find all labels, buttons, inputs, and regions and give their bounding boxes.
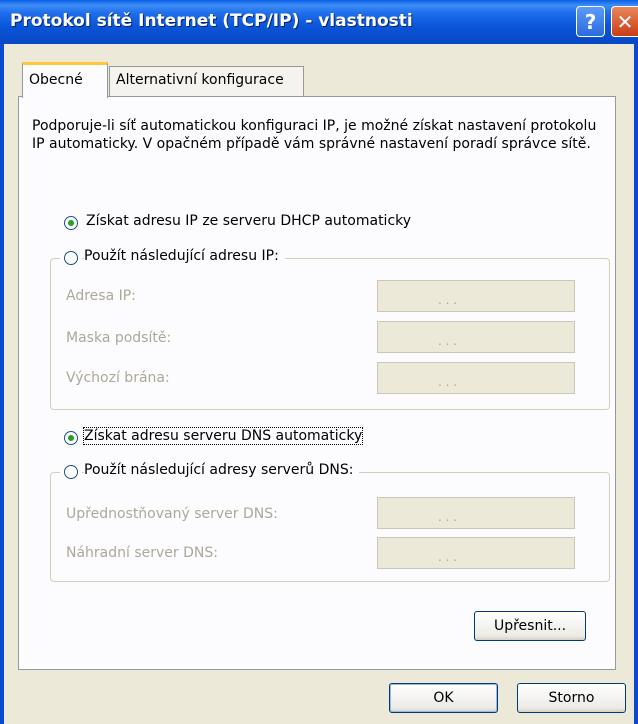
- window-border-right: [634, 44, 638, 724]
- cancel-button[interactable]: Storno: [517, 683, 626, 713]
- window-title: Protokol sítě Internet (TCP/IP) - vlastn…: [10, 11, 413, 31]
- tcpip-properties-dialog: Protokol sítě Internet (TCP/IP) - vlastn…: [0, 0, 638, 724]
- tab-alternate-configuration[interactable]: Alternativní konfigurace: [109, 66, 304, 96]
- default-gateway-label: Výchozí brána:: [66, 370, 170, 386]
- ip-auto-radio[interactable]: [64, 216, 78, 230]
- subnet-mask-input: . . .: [377, 321, 575, 353]
- dns-manual-label[interactable]: Použít následující adresy serverů DNS:: [84, 462, 360, 478]
- tab-general[interactable]: Obecné: [22, 62, 108, 98]
- preferred-dns-label: Upřednostňovaný server DNS:: [66, 506, 278, 522]
- default-gateway-input: . . .: [377, 362, 575, 394]
- ip-manual-radio[interactable]: [64, 251, 78, 265]
- ip-auto-label[interactable]: Získat adresu IP ze serveru DHCP automat…: [86, 213, 411, 229]
- dns-auto-label[interactable]: Získat adresu serveru DNS automaticky: [82, 427, 364, 445]
- ip-address-input: . . .: [377, 280, 575, 312]
- ip-address-label: Adresa IP:: [66, 288, 136, 304]
- dns-auto-radio[interactable]: [64, 431, 78, 445]
- window-border-left: [0, 44, 4, 724]
- help-button[interactable]: ?: [576, 6, 605, 37]
- preferred-dns-input: . . .: [377, 497, 575, 529]
- ok-button[interactable]: OK: [389, 683, 498, 713]
- dns-manual-radio[interactable]: [64, 465, 78, 479]
- ip-manual-label[interactable]: Použít následující adresu IP:: [84, 248, 285, 264]
- alternate-dns-input: . . .: [377, 537, 575, 569]
- subnet-mask-label: Maska podsítě:: [66, 330, 172, 346]
- close-button[interactable]: ✕: [611, 6, 638, 37]
- alternate-dns-label: Náhradní server DNS:: [66, 545, 218, 561]
- description-text: Podporuje-li síť automatickou konfigurac…: [32, 118, 597, 152]
- title-bar[interactable]: Protokol sítě Internet (TCP/IP) - vlastn…: [0, 0, 638, 44]
- advanced-button[interactable]: Upřesnit...: [474, 611, 586, 641]
